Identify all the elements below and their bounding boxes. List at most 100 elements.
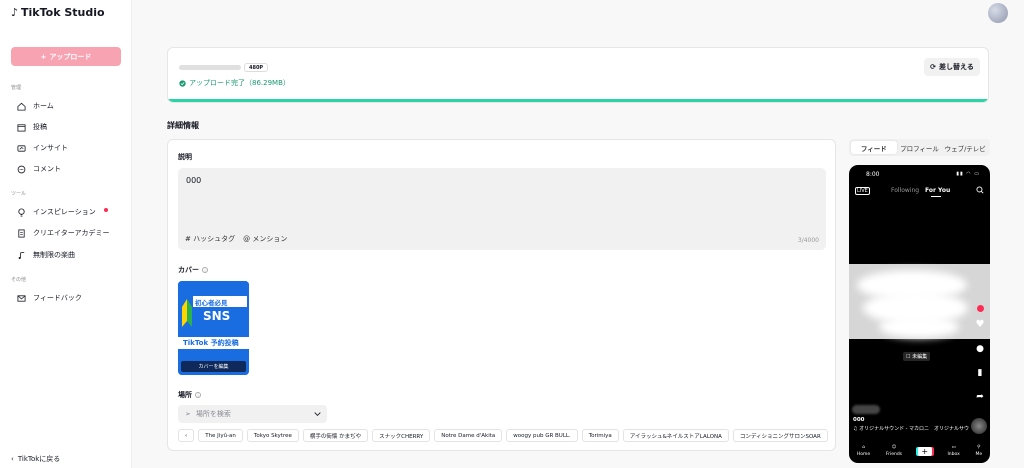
location-suggestions: ‹ The Jiyû-an Tokyo Skytree 横手の街懐 かまぢや スナック… <box>178 429 828 442</box>
edit-cover-button[interactable]: カバーを編集 <box>181 361 246 372</box>
back-to-tiktok-link[interactable]: ‹ TikTokに戻る <box>11 454 60 464</box>
friends-icon: ☺ <box>891 445 897 450</box>
heart-icon: ♥ <box>975 319 985 330</box>
chevron-down-icon <box>314 412 321 417</box>
description-value: 000 <box>186 176 202 185</box>
preview-tab[interactable]: ウェブ/テレビ <box>942 141 988 154</box>
comment-icon: ● <box>976 344 984 354</box>
inbox-icon: ▭ <box>951 445 956 450</box>
tiktok-studio-logo[interactable]: ♪ TikTok Studio <box>11 6 105 19</box>
for-you-underline <box>931 196 941 197</box>
location-chip[interactable]: アイラッシュ&ネイルストアLALONA <box>622 429 729 442</box>
avatar[interactable] <box>988 3 1008 23</box>
sidebar-item-label: 無制限の楽曲 <box>33 251 75 259</box>
location-arrow-icon: ➢ <box>185 410 191 418</box>
preview-tab[interactable]: フィード <box>851 141 897 154</box>
sidebar-item-label: 投稿 <box>33 123 47 131</box>
cover-text-line2: SNS <box>203 309 231 323</box>
search-icon <box>976 186 984 194</box>
cover-label: カバー i <box>178 265 208 275</box>
file-name-redacted <box>179 65 241 70</box>
sidebar-item-inspiration[interactable]: インスピレーション <box>17 207 108 217</box>
upload-button[interactable]: + アップロード <box>11 47 121 66</box>
chips-prev-button[interactable]: ‹ <box>178 429 195 442</box>
description-label: 説明 <box>178 152 192 162</box>
location-label: 場所 i <box>178 390 201 400</box>
username-redacted <box>852 405 880 414</box>
cover-text-line1: 初心者必見 <box>195 299 228 307</box>
nav-label: Friends <box>885 452 903 457</box>
creator-avatar-icon <box>974 305 986 314</box>
sidebar-item-label: コメント <box>33 165 61 173</box>
upload-button-label: アップロード <box>49 52 92 61</box>
create-plus-icon: + <box>917 446 932 456</box>
sidebar-item-music[interactable]: 無制限の楽曲 <box>17 250 75 260</box>
preview-tabs: フィード プロフィール ウェブ/テレビ <box>849 139 990 156</box>
sidebar-item-label: インサイト <box>33 144 68 152</box>
location-chip[interactable]: woogy pub GR BULL. <box>506 429 578 442</box>
phone-nav-friends: ☺ Friends <box>886 445 902 457</box>
upload-status: アップロード完了（86.29MB） <box>179 78 290 88</box>
sidebar-item-home[interactable]: ホーム <box>17 101 54 111</box>
sidebar-item-comments[interactable]: コメント <box>17 164 61 174</box>
sidebar-item-feedback[interactable]: フィードバック <box>17 293 82 303</box>
char-count: 3/4000 <box>797 237 819 244</box>
sidebar: ♪ TikTok Studio + アップロード 管理 ホーム 投稿 インサイト… <box>0 0 132 468</box>
sidebar-item-label: クリエイターアカデミー <box>33 229 110 237</box>
phone-time: 8:00 <box>866 171 880 178</box>
replace-label: 差し替える <box>939 63 974 71</box>
location-chip[interactable]: The Jiyû-an <box>198 429 243 442</box>
description-label-text: 説明 <box>178 153 192 161</box>
following-tab: Following <box>891 187 920 194</box>
phone-bottom-nav: ⌂ Home ☺ Friends + ▭ Inbox ⚲ Me <box>849 437 990 463</box>
sidebar-item-insights[interactable]: インサイト <box>17 143 68 153</box>
sidebar-item-label: フィードバック <box>33 294 82 302</box>
profile-icon: ⚲ <box>977 445 981 450</box>
chevron-left-icon: ‹ <box>11 455 14 463</box>
details-section-title: 詳細情報 <box>167 121 199 130</box>
video-frame-redacted <box>849 264 990 339</box>
description-tools: # ハッシュタグ @ メンション <box>185 234 287 244</box>
refresh-icon: ⟳ <box>930 63 937 71</box>
lightbulb-icon <box>17 207 26 217</box>
replace-button[interactable]: ⟳ 差し替える <box>924 58 980 76</box>
phone-sound-label: ♫ オリジナルサウンド - マカロニ オリジナルサウ <box>853 426 970 432</box>
location-chip[interactable]: 横手の街懐 かまぢや <box>302 429 369 442</box>
comment-icon <box>17 165 26 174</box>
location-search-select[interactable]: ➢ 場所を検索 <box>178 405 327 423</box>
preview-tab[interactable]: プロフィール <box>897 141 943 154</box>
resolution-badge: 480P <box>244 63 269 72</box>
check-circle-icon <box>179 79 186 87</box>
cover-text-line3: TikTok 予約投稿 <box>183 339 239 347</box>
hashtag-button[interactable]: # ハッシュタグ <box>185 234 235 244</box>
for-you-tab: For You <box>925 187 951 194</box>
phone-nav-me: ⚲ Me <box>975 445 982 457</box>
info-icon[interactable]: i <box>195 392 201 398</box>
plus-icon: + <box>40 52 47 61</box>
upload-status-text: アップロード完了（86.29MB） <box>189 79 290 87</box>
location-chip[interactable]: Tokyo Skytree <box>246 429 299 442</box>
section-label-other: その他 <box>11 277 27 283</box>
sidebar-item-academy[interactable]: クリエイターアカデミー <box>17 228 109 238</box>
info-icon[interactable]: i <box>202 267 208 273</box>
home-icon: ⌂ <box>862 445 865 450</box>
share-icon: ➦ <box>976 392 984 402</box>
location-chip[interactable]: コンディショニングサロンSOAR <box>732 429 828 442</box>
details-form: 説明 000 # ハッシュタグ @ メンション 3/4000 カバー i 初心者… <box>167 139 836 451</box>
location-chip[interactable]: Torimiya <box>581 429 619 442</box>
location-chip[interactable]: スナックCHERRY <box>372 429 431 442</box>
phone-caption: 000 <box>853 417 865 423</box>
sidebar-item-label: インスピレーション <box>33 208 96 216</box>
cover-thumbnail[interactable]: 初心者必見 SNS TikTok 予約投稿 カバーを編集 <box>178 281 249 375</box>
academy-icon <box>17 228 26 238</box>
nav-label: Home <box>856 452 871 457</box>
tiktok-logo-icon: ♪ <box>11 6 19 19</box>
mention-button[interactable]: @ メンション <box>243 234 287 244</box>
sidebar-item-posts[interactable]: 投稿 <box>17 122 47 132</box>
location-chip[interactable]: Notre Dame d'Akita <box>434 429 503 442</box>
upload-progress-bar <box>168 99 988 102</box>
section-label-tools: ツール <box>11 191 27 197</box>
notification-dot <box>103 208 108 212</box>
description-textarea[interactable]: 000 # ハッシュタグ @ メンション 3/4000 <box>178 168 826 250</box>
live-icon: LIVE <box>855 187 870 195</box>
